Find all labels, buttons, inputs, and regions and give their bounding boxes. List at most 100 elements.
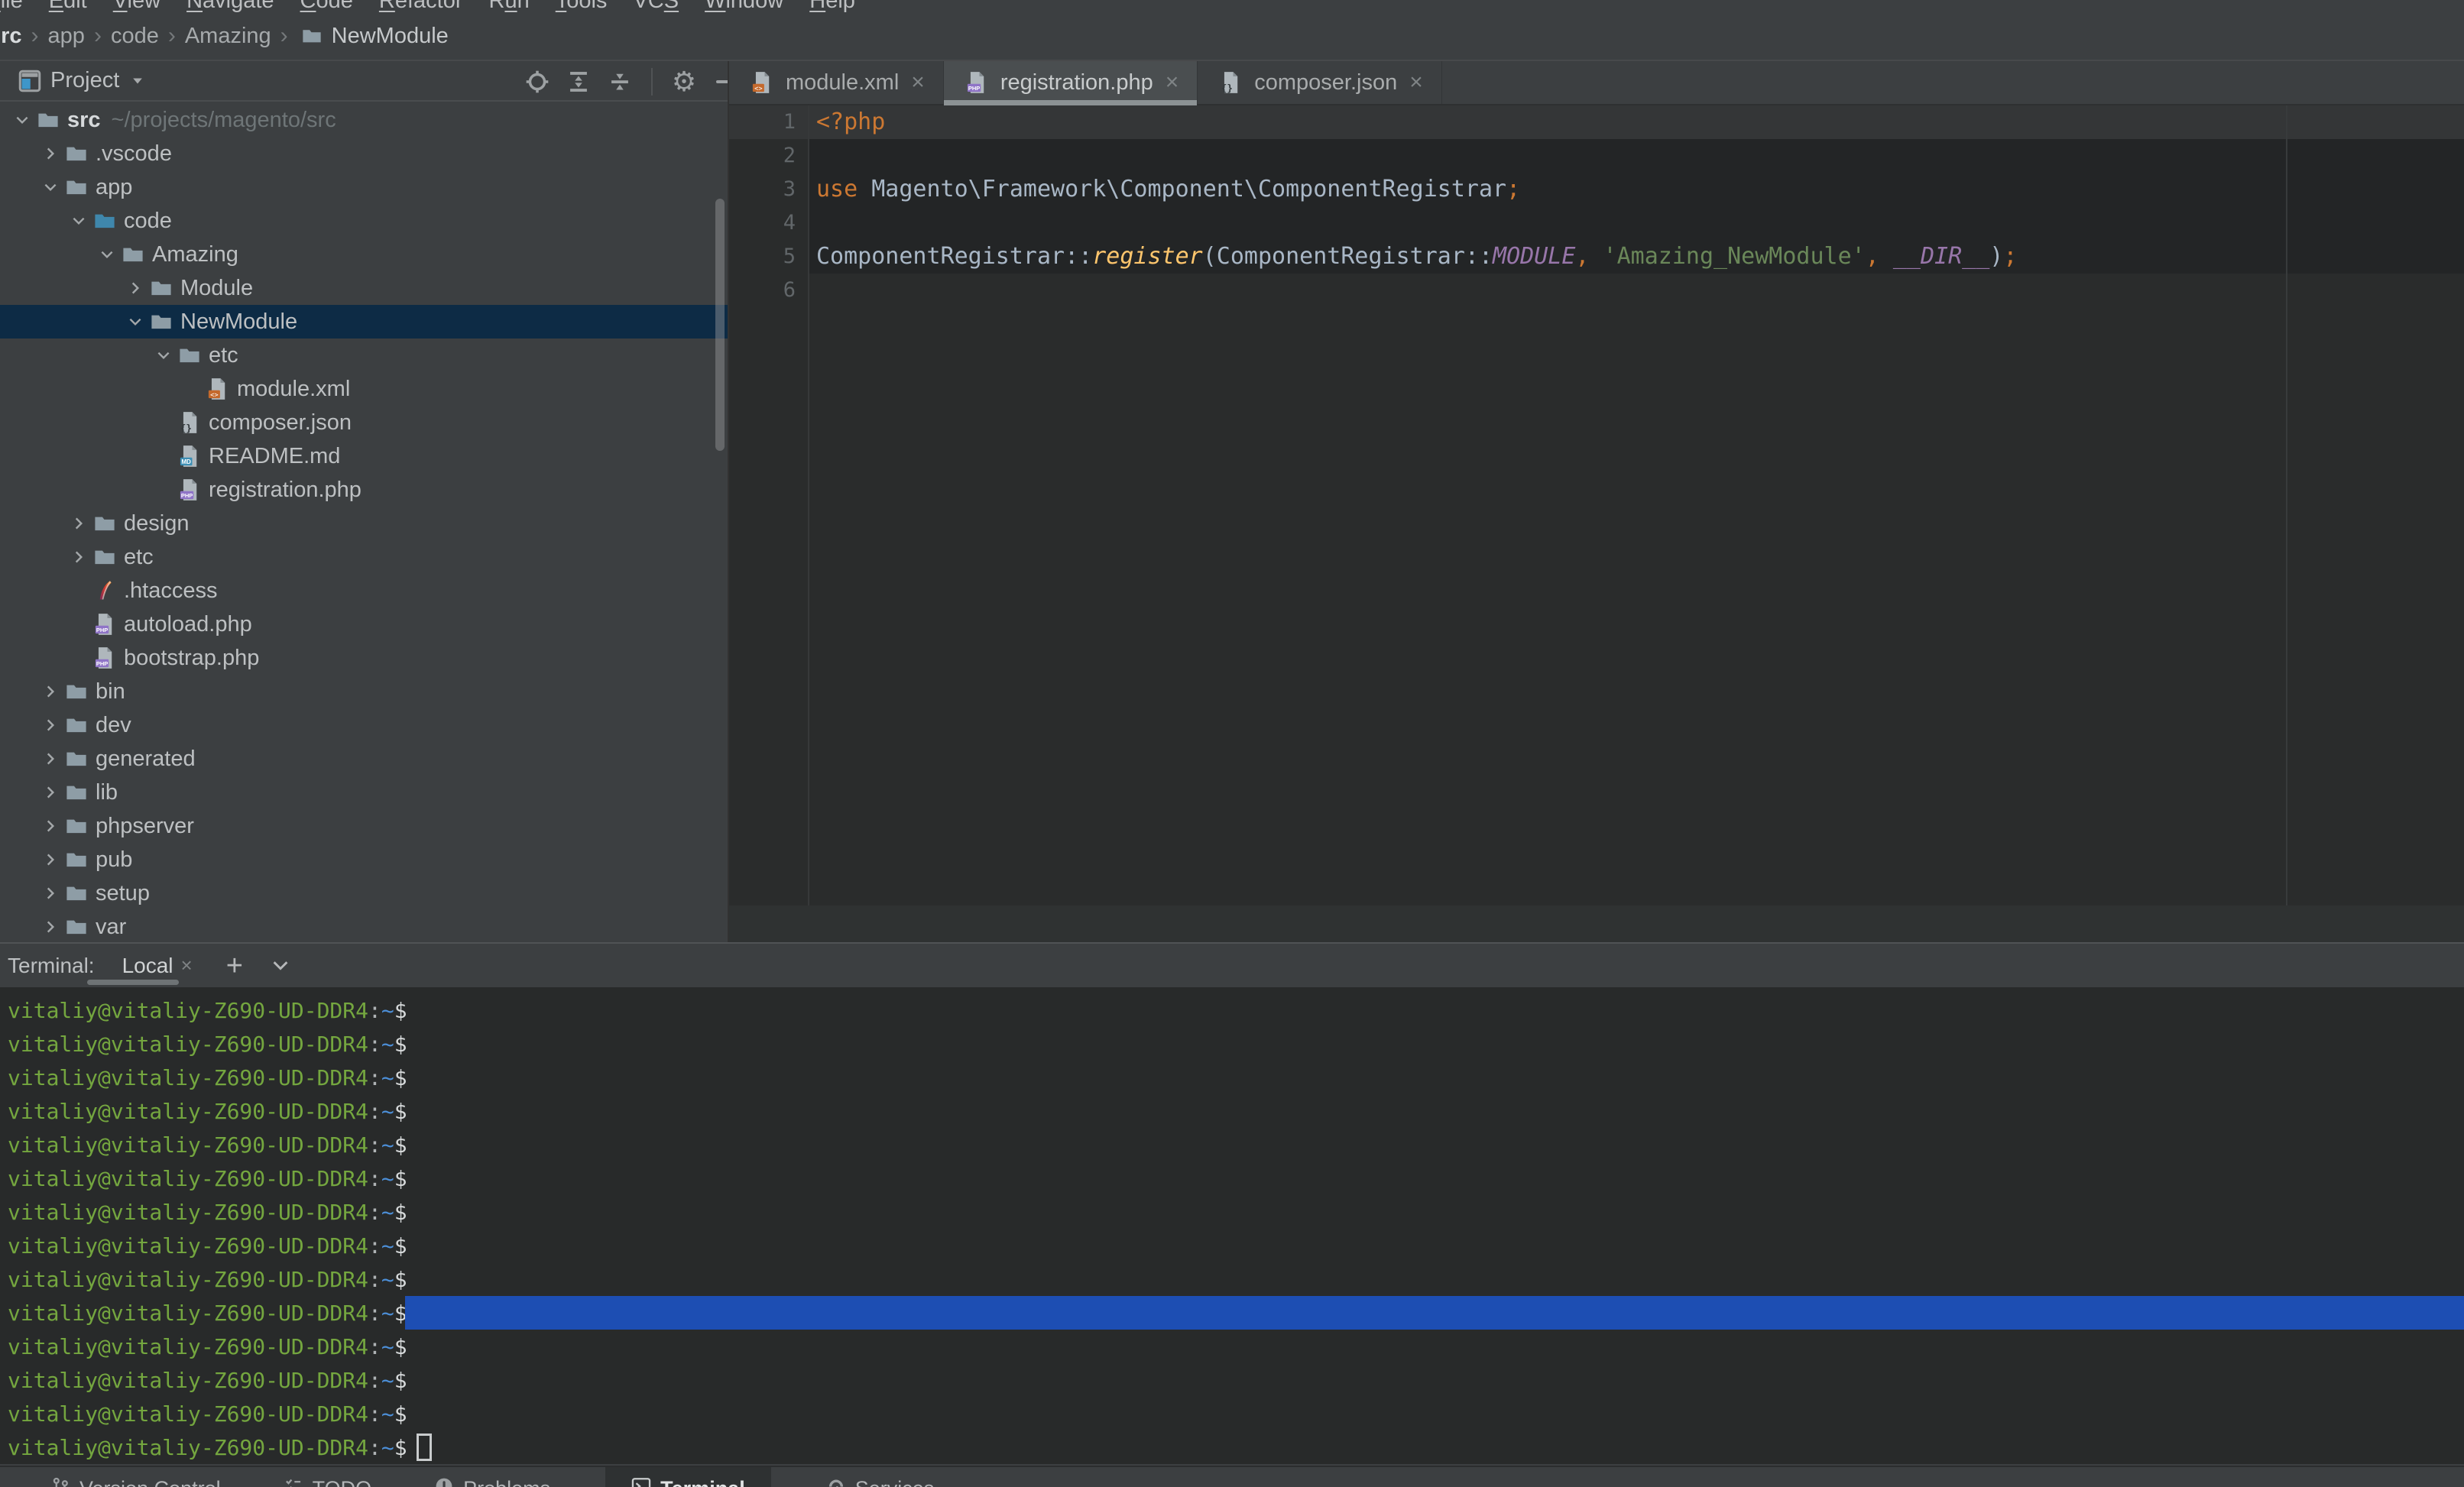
breadcrumb-item-amazing[interactable]: Amazing (185, 24, 271, 49)
tree-item-registration-php[interactable]: PHPregistration.php (0, 473, 728, 507)
expand-all-icon[interactable] (566, 70, 592, 93)
tree-item-code[interactable]: code (0, 204, 728, 238)
chevron-right-icon[interactable] (124, 280, 147, 296)
terminal-line[interactable]: vitaliy@vitaliy-Z690-UD-DDR4:~$ (8, 1397, 2464, 1430)
terminal-line[interactable]: vitaliy@vitaliy-Z690-UD-DDR4:~$ (8, 1061, 2464, 1094)
tab-module-xml[interactable]: <>module.xml× (729, 61, 944, 104)
terminal-line[interactable]: vitaliy@vitaliy-Z690-UD-DDR4:~$ (8, 1296, 2464, 1330)
tree-item-module-xml[interactable]: <>module.xml (0, 372, 728, 406)
terminal-line[interactable]: vitaliy@vitaliy-Z690-UD-DDR4:~$ (8, 1094, 2464, 1128)
terminal-line[interactable]: vitaliy@vitaliy-Z690-UD-DDR4:~$ (8, 1262, 2464, 1296)
chevron-right-icon[interactable] (39, 717, 62, 734)
chevron-right-icon[interactable] (39, 683, 62, 700)
terminal-line[interactable]: vitaliy@vitaliy-Z690-UD-DDR4:~$ (8, 1363, 2464, 1397)
tree-item-setup[interactable]: setup (0, 876, 728, 910)
terminal-line[interactable]: vitaliy@vitaliy-Z690-UD-DDR4:~$ (8, 993, 2464, 1027)
chevron-right-icon[interactable] (39, 750, 62, 767)
toolwindow-button-todo[interactable]: TODO (276, 1467, 380, 1487)
chevron-down-icon[interactable] (39, 179, 62, 196)
project-panel-title[interactable]: Project (50, 68, 119, 93)
tree-item-vscode[interactable]: .vscode (0, 137, 728, 170)
tree-item-design[interactable]: design (0, 507, 728, 540)
folder-icon (63, 680, 89, 703)
tree-item-htaccess[interactable]: .htaccess (0, 574, 728, 607)
tab-composer-json[interactable]: {}composer.json× (1198, 61, 1442, 104)
terminal-line[interactable]: vitaliy@vitaliy-Z690-UD-DDR4:~$ (8, 1229, 2464, 1262)
chevron-right-icon[interactable] (39, 918, 62, 935)
tree-item-app[interactable]: app (0, 170, 728, 204)
chevron-right-icon[interactable] (39, 851, 62, 868)
terminal-line[interactable]: vitaliy@vitaliy-Z690-UD-DDR4:~$ (8, 1330, 2464, 1363)
tree-item-etc[interactable]: etc (0, 339, 728, 372)
terminal-line[interactable]: vitaliy@vitaliy-Z690-UD-DDR4:~$ (8, 1027, 2464, 1061)
chevron-right-icon[interactable] (39, 818, 62, 834)
tab-registration-php[interactable]: PHPregistration.php× (944, 61, 1198, 104)
menu-item-window[interactable]: Window (692, 0, 796, 14)
toolwindow-button-problems[interactable]: Problems (426, 1467, 558, 1487)
tree-item-composer-json[interactable]: {}composer.json (0, 406, 728, 439)
collapse-all-icon[interactable] (607, 70, 633, 93)
tree-item-generated[interactable]: generated (0, 742, 728, 776)
chevron-right-icon[interactable] (67, 515, 90, 532)
terminal-line[interactable]: vitaliy@vitaliy-Z690-UD-DDR4:~$ (8, 1195, 2464, 1229)
menu-item-code[interactable]: Code (287, 0, 366, 14)
tree-item-pub[interactable]: pub (0, 843, 728, 876)
terminal-line[interactable]: vitaliy@vitaliy-Z690-UD-DDR4:~$ (8, 1430, 2464, 1464)
chevron-right-icon[interactable] (39, 784, 62, 801)
chevron-down-icon[interactable] (119, 76, 145, 86)
toolwindow-button-label: Problems (463, 1477, 550, 1487)
menu-item-help[interactable]: Help (796, 0, 868, 14)
tree-item-dev[interactable]: dev (0, 708, 728, 742)
tree-item-phpserver[interactable]: phpserver (0, 809, 728, 843)
close-icon[interactable]: × (181, 954, 193, 977)
menu-item-tools[interactable]: Tools (543, 0, 621, 14)
chevron-right-icon[interactable] (67, 549, 90, 565)
chevron-down-icon[interactable] (152, 347, 175, 364)
menu-item-file[interactable]: File (0, 0, 36, 14)
tree-item-src[interactable]: src~/projects/magento/src (0, 103, 728, 137)
code-line: <?php (816, 105, 2464, 139)
menu-item-edit[interactable]: Edit (36, 0, 100, 14)
tree-item-readme-md[interactable]: MDREADME.md (0, 439, 728, 473)
close-icon[interactable]: × (1166, 70, 1179, 96)
chevron-right-icon[interactable] (39, 885, 62, 902)
tree-scrollbar-thumb[interactable] (715, 199, 725, 451)
breadcrumb-item-newmodule[interactable]: NewModule (297, 24, 449, 49)
breadcrumb-item-app[interactable]: app (48, 24, 85, 49)
menu-item-vcs[interactable]: VCS (620, 0, 692, 14)
terminal-options-chevron-icon[interactable] (271, 957, 290, 975)
chevron-down-icon[interactable] (11, 112, 34, 128)
breadcrumb-item-code[interactable]: code (111, 24, 159, 49)
terminal-line[interactable]: vitaliy@vitaliy-Z690-UD-DDR4:~$ (8, 1161, 2464, 1195)
tree-item-newmodule[interactable]: NewModule (0, 305, 728, 339)
tree-item-autoload-php[interactable]: PHPautoload.php (0, 607, 728, 641)
terminal-line[interactable]: vitaliy@vitaliy-Z690-UD-DDR4:~$ (8, 1128, 2464, 1161)
toolwindow-button-version-control[interactable]: Version Control (43, 1467, 229, 1487)
menu-item-run[interactable]: Run (476, 0, 543, 14)
menu-item-view[interactable]: View (100, 0, 173, 14)
close-icon[interactable]: × (911, 70, 925, 96)
chevron-down-icon[interactable] (124, 313, 147, 330)
tree-item-bin[interactable]: bin (0, 675, 728, 708)
tree-item-var[interactable]: var (0, 910, 728, 942)
chevron-down-icon[interactable] (96, 246, 118, 263)
new-session-plus-icon[interactable]: + (226, 954, 243, 977)
code-editor[interactable]: 123456 <?phpuse Magento\Framework\Compon… (729, 105, 2464, 905)
toolwindow-button-terminal[interactable]: Terminal (605, 1467, 771, 1487)
terminal-output[interactable]: vitaliy@vitaliy-Z690-UD-DDR4:~$vitaliy@v… (0, 987, 2464, 1464)
locate-file-icon[interactable] (524, 70, 550, 93)
tree-item-amazing[interactable]: Amazing (0, 238, 728, 271)
tree-item-bootstrap-php[interactable]: PHPbootstrap.php (0, 641, 728, 675)
toolwindow-button-services[interactable]: Services (819, 1467, 942, 1487)
menu-item-navigate[interactable]: Navigate (173, 0, 287, 14)
breadcrumb-item-src[interactable]: src (0, 24, 22, 49)
tree-item-module[interactable]: Module (0, 271, 728, 305)
close-icon[interactable]: × (1409, 70, 1423, 96)
chevron-down-icon[interactable] (67, 212, 90, 229)
terminal-tab-local[interactable]: Local × (122, 954, 193, 978)
menu-item-refactor[interactable]: Refactor (366, 0, 476, 14)
tree-item-lib[interactable]: lib (0, 776, 728, 809)
gear-icon[interactable]: ⚙ (671, 70, 697, 93)
chevron-right-icon[interactable] (39, 145, 62, 162)
tree-item-etc[interactable]: etc (0, 540, 728, 574)
